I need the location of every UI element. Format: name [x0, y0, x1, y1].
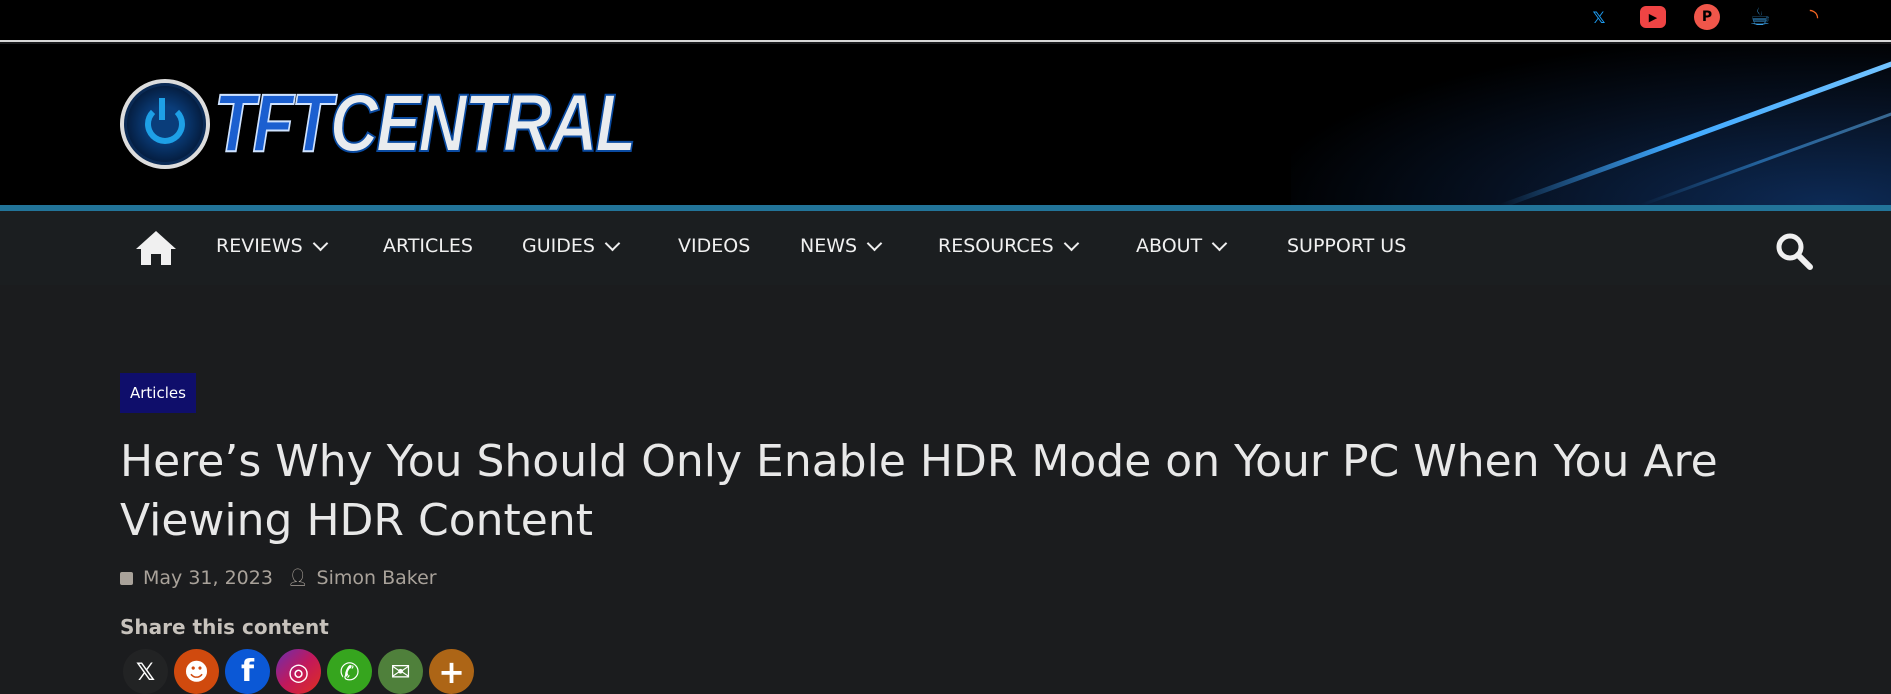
nav-videos[interactable]: VIDEOS [678, 235, 750, 257]
share-whatsapp-icon[interactable]: ✆ [327, 649, 372, 694]
share-more-icon[interactable]: + [429, 649, 474, 694]
top-bar: 𝕏 ▶ P ☕ ◝ [0, 0, 1891, 42]
x-social-icon[interactable]: 𝕏 [1586, 4, 1612, 30]
power-icon [120, 79, 210, 169]
share-instagram-icon[interactable]: ◎ [276, 649, 321, 694]
home-icon[interactable] [134, 229, 178, 267]
chevron-down-icon [866, 235, 883, 251]
share-email-icon[interactable]: ✉ [378, 649, 423, 694]
share-x-icon[interactable]: 𝕏 [123, 649, 168, 694]
patreon-icon[interactable]: P [1694, 4, 1720, 30]
chevron-down-icon [1211, 235, 1228, 251]
main-nav: REVIEWS ARTICLES GUIDES VIDEOS NEWS RESO… [0, 211, 1891, 285]
logo-text-central: CENTRAL [329, 78, 637, 169]
logo-text-tft: TFT [213, 78, 333, 169]
nav-news[interactable]: NEWS [800, 235, 883, 257]
chevron-down-icon [604, 235, 621, 251]
youtube-icon[interactable]: ▶ [1640, 6, 1666, 28]
category-badge[interactable]: Articles [120, 373, 196, 413]
nav-about[interactable]: ABOUT [1136, 235, 1228, 257]
calendar-icon [120, 571, 133, 585]
share-reddit-icon[interactable]: ☻ [174, 649, 219, 694]
share-facebook-icon[interactable]: f [225, 649, 270, 694]
kofi-icon[interactable]: ☕ [1747, 3, 1773, 31]
rss-glyph: ◝ [1809, 4, 1819, 30]
site-logo[interactable]: TFTCENTRAL [120, 79, 726, 169]
nav-reviews[interactable]: REVIEWS [216, 235, 328, 257]
post-date[interactable]: May 31, 2023 [143, 567, 273, 589]
chevron-down-icon [1063, 235, 1079, 251]
author-link[interactable]: Simon Baker [317, 567, 437, 589]
search-icon[interactable] [1774, 231, 1814, 271]
nav-support-us[interactable]: SUPPORT US [1287, 235, 1406, 257]
chevron-down-icon [312, 235, 328, 251]
article-title: Here’s Why You Should Only Enable HDR Mo… [120, 436, 1718, 546]
site-header: TFTCENTRAL [0, 44, 1891, 205]
nav-articles[interactable]: ARTICLES [383, 235, 473, 257]
nav-resources[interactable]: RESOURCES [938, 235, 1079, 257]
share-label: Share this content [120, 615, 329, 639]
nav-guides[interactable]: GUIDES [522, 235, 621, 257]
share-buttons: 𝕏 ☻ f ◎ ✆ ✉ + [123, 649, 474, 694]
article-meta: May 31, 2023 👤︎ Simon Baker [120, 567, 437, 589]
user-icon: 👤︎ [286, 568, 309, 588]
rss-icon[interactable]: ◝ [1801, 4, 1827, 30]
